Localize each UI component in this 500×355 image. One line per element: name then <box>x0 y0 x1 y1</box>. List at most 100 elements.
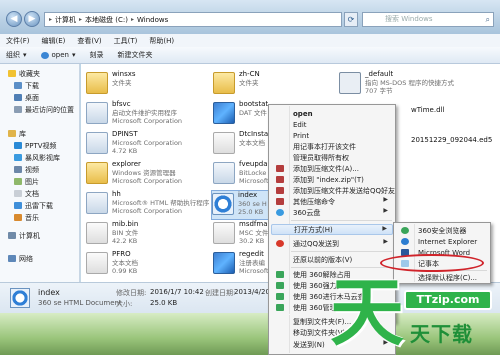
recent-places-icon <box>14 106 22 113</box>
menu-item-open[interactable]: open <box>271 108 393 119</box>
nav-item-desktop[interactable]: 桌面 <box>14 92 39 103</box>
menu-item-other-compress[interactable]: 其他压缩命令 ▶ <box>271 196 393 207</box>
burn-button[interactable]: 刻录 <box>90 50 104 60</box>
shield-icon <box>276 271 284 278</box>
explorer-icon <box>86 162 108 184</box>
open-button[interactable]: open ▾ <box>40 51 76 59</box>
file-item-winsxs[interactable]: winsxs 文件夹 <box>86 70 136 100</box>
cloud-icon <box>276 209 284 216</box>
menu-item-open-with[interactable]: 打开方式(H) ▶ <box>271 224 393 235</box>
organize-label: 组织 <box>6 51 20 59</box>
menu-item-add-zip[interactable]: 添加到 "index.zip"(T) <box>271 174 393 185</box>
archive-icon <box>276 176 284 183</box>
file-description: 注册表编 <box>239 258 265 267</box>
file-name: hh <box>112 190 121 198</box>
nav-computer[interactable]: 计算机 <box>8 230 40 241</box>
menu-item-zip-send-qq[interactable]: 添加到压缩文件并发送给QQ好友 <box>271 185 395 196</box>
text-file-icon <box>213 132 235 154</box>
file-item-bfsvc[interactable]: bfsvc 启动文件维护实用程序 Microsoft Corporation <box>86 100 182 130</box>
nav-library[interactable]: 库 <box>8 128 26 139</box>
file-item-mib[interactable]: mib.bin BIN 文件 42.2 KB <box>86 220 138 250</box>
file-item-bootstat[interactable]: bootstat DAT 文件 <box>213 100 268 130</box>
library-icon <box>8 130 16 137</box>
search-input[interactable]: 搜索 Windows ⌕ <box>362 12 494 27</box>
open-with-choose-default[interactable]: 选择默认程序(C)... <box>396 272 488 283</box>
search-placeholder: 搜索 Windows <box>385 15 433 23</box>
nav-network[interactable]: 网络 <box>8 253 33 264</box>
file-item-dtcinstall[interactable]: DtcInsta 文本文档 <box>213 130 268 160</box>
menu-item-restore-versions[interactable]: 还原以前的版本(V) <box>271 254 393 265</box>
nav-item-label: 桌面 <box>25 93 39 102</box>
menu-item-label: 发送到(N) <box>293 340 325 349</box>
nav-computer-label: 计算机 <box>19 231 40 240</box>
nav-item-label: 图片 <box>25 177 39 186</box>
menu-item-label: Print <box>293 131 310 140</box>
organize-button[interactable]: 组织 ▾ <box>6 50 27 60</box>
file-item-ed5[interactable]: 20151229_092044.ed5 <box>411 136 492 166</box>
nav-item-xunlei[interactable]: 迅雷下载 <box>14 200 53 211</box>
address-bar[interactable]: ▸ 计算机 ▸ 本地磁盘 (C:) ▸ Windows <box>44 12 342 27</box>
file-size: 30.2 KB <box>239 237 265 245</box>
nav-item-pptv[interactable]: PPTV视频 <box>14 140 57 151</box>
menu-item-print[interactable]: Print <box>271 130 393 141</box>
file-item-zh-cn[interactable]: zh-CN 文件夹 <box>213 70 260 100</box>
open-with-360se[interactable]: 360安全浏览器 <box>396 225 488 236</box>
nav-favorites[interactable]: 收藏夹 <box>8 68 40 79</box>
breadcrumb-windows[interactable]: Windows <box>137 16 168 24</box>
internet-explorer-icon <box>401 238 409 245</box>
file-name: mib.bin <box>112 220 139 228</box>
breadcrumb-computer[interactable]: 计算机 <box>55 15 76 25</box>
file-item-default[interactable]: _default 指向 MS-DOS 程序的快捷方式 707 字节 <box>339 70 454 100</box>
file-item-runtime-dll[interactable]: wTime.dll <box>411 106 444 136</box>
menu-item-label: 用记事本打开该文件 <box>293 142 356 151</box>
nav-item-downloads[interactable]: 下载 <box>14 80 39 91</box>
menu-file[interactable]: 文件(F) <box>6 36 30 46</box>
open-icon <box>40 51 49 59</box>
menu-edit[interactable]: 编辑(E) <box>42 36 66 46</box>
chevron-right-icon: ▸ <box>79 16 83 23</box>
forward-button[interactable]: ▶ <box>24 11 40 27</box>
menu-item-send-qq[interactable]: 通过QQ发送到 ▶ <box>271 238 393 249</box>
file-item-fveupdate[interactable]: fveupda BitLocke Microsoft <box>213 160 269 190</box>
menu-item-take-ownership[interactable]: 管理员取得所有权 <box>271 152 393 163</box>
open-with-submenu: 360安全浏览器 Internet Explorer Microsoft Wor… <box>393 222 491 284</box>
menu-tools[interactable]: 工具(T) <box>114 36 138 46</box>
menu-item-label: 添加到 "index.zip"(T) <box>293 175 364 184</box>
nav-item-baofeng[interactable]: 暴风影视库 <box>14 152 60 163</box>
menu-item-360-cloud[interactable]: 360云盘 ▶ <box>271 207 393 218</box>
application-icon <box>86 132 108 154</box>
nav-item-recent[interactable]: 最近访问的位置 <box>14 104 74 115</box>
size-label: 大小: <box>116 300 133 308</box>
file-type: 文本文档 <box>239 138 265 147</box>
menu-help[interactable]: 帮助(H) <box>149 36 174 46</box>
open-with-ie[interactable]: Internet Explorer <box>396 236 488 247</box>
file-item-regedit[interactable]: regedit 注册表编 Microsoft <box>213 250 269 280</box>
desktop-icon <box>14 94 22 101</box>
menu-view[interactable]: 查看(V) <box>77 36 101 46</box>
file-item-explorer[interactable]: explorer Windows 资源管理器 Microsoft Corporati… <box>86 160 182 190</box>
new-folder-button[interactable]: 新建文件夹 <box>118 50 153 60</box>
menu-item-open-notepad[interactable]: 用记事本打开该文件 <box>271 141 393 152</box>
file-item-msdfmap[interactable]: msdfma MSC 文件 30.2 KB <box>213 220 268 250</box>
back-button[interactable]: ◀ <box>6 11 22 27</box>
menu-item-label: 360云盘 <box>293 208 321 217</box>
nav-network-label: 网络 <box>19 254 33 263</box>
nav-item-documents[interactable]: 文档 <box>14 188 39 199</box>
file-item-pfro[interactable]: PFRO 文本文档 0.99 KB <box>86 250 138 280</box>
menu-item-edit[interactable]: Edit <box>271 119 393 130</box>
breadcrumb-drive-c[interactable]: 本地磁盘 (C:) <box>85 15 128 25</box>
menu-item-add-archive[interactable]: 添加到压缩文件(A)... <box>271 163 393 174</box>
nav-library-label: 库 <box>19 129 26 138</box>
search-icon: ⌕ <box>485 15 490 24</box>
nav-item-music[interactable]: 音乐 <box>14 212 39 223</box>
nav-item-videos[interactable]: 视频 <box>14 164 39 175</box>
chevron-right-icon: ▸ <box>130 16 134 23</box>
nav-item-pictures[interactable]: 图片 <box>14 176 39 187</box>
file-name: _default <box>365 70 394 78</box>
file-item-dpinst[interactable]: DPINST Microsoft Corporation 4.72 KB <box>86 130 182 160</box>
refresh-button[interactable]: ⟳ <box>344 12 358 27</box>
menu-bar: 文件(F) 编辑(E) 查看(V) 工具(T) 帮助(H) <box>0 34 500 47</box>
file-description: 指向 MS-DOS 程序的快捷方式 <box>365 78 454 87</box>
file-name: DPINST <box>112 130 138 138</box>
file-item-hh[interactable]: hh Microsoft® HTML 帮助执行程序 Microsoft Corpor… <box>86 190 209 220</box>
